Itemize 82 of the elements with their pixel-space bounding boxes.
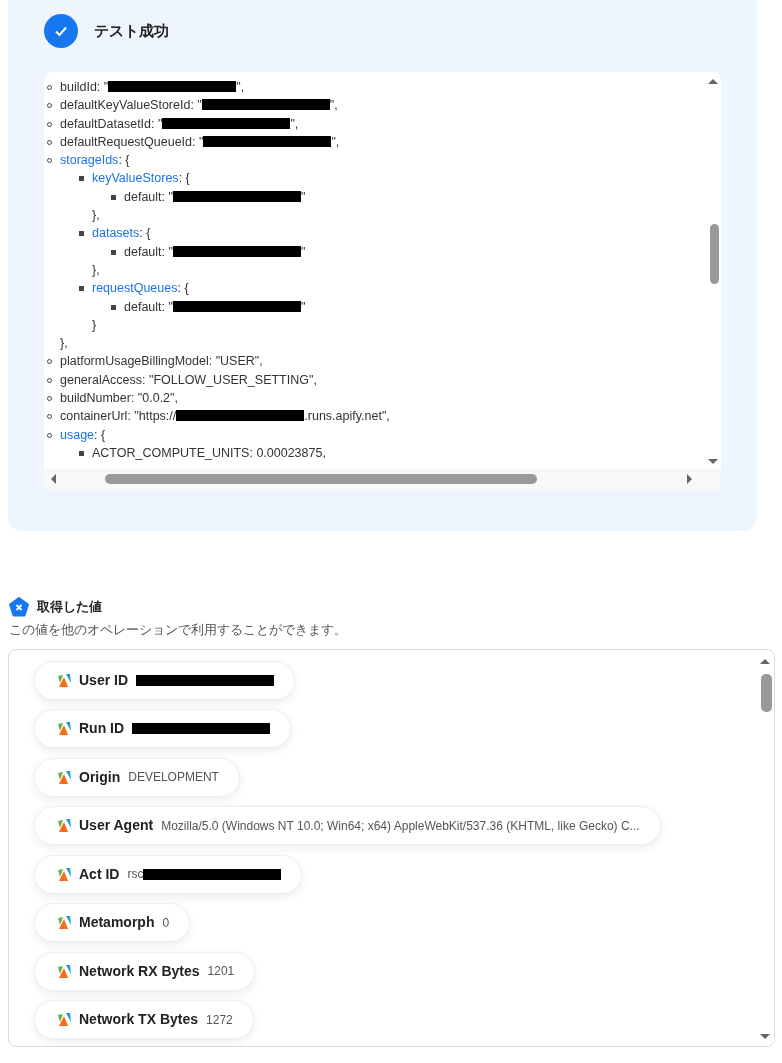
value-text: : " [192,134,204,149]
brace-text: } [92,316,97,334]
key-link[interactable]: keyValueStores [92,171,179,186]
key-text: defaultDatasetId [60,116,152,131]
value-text: " [300,189,306,204]
value-text: : " [151,116,163,131]
result-title: テスト成功 [94,20,169,41]
brace-text: }, [92,207,100,225]
value-text: : { [94,427,106,442]
key-text: buildId [60,80,97,94]
value-text: : { [118,153,130,168]
value-label: Network TX Bytes [79,1010,199,1030]
value-text: ", [236,80,245,94]
value-text: DEVELOPMENT [128,769,219,787]
tri-color-icon [57,866,71,882]
value-chip[interactable]: User Agent Mozilla/5.0 (Windows NT 10.0; Win64; x64) AppleWebKit/537.36 (KHTML, like Gecko) C... [34,806,661,846]
brace-text: }, [60,335,68,353]
pentagon-icon [9,597,29,617]
section-title: 取得した値 [37,598,102,617]
tri-color-icon [57,963,71,979]
bullet-icon [111,249,116,255]
value-label: User ID [79,670,129,690]
key-text: default [124,299,162,314]
value-label: Origin [79,767,121,787]
tri-color-icon [57,769,71,785]
value-chip[interactable]: User ID [34,660,296,700]
bullet-icon [79,286,84,292]
bullet-icon [111,194,116,200]
value-text: ", [331,134,340,149]
value-chip[interactable]: Origin DEVELOPMENT [34,757,240,797]
tri-color-icon [57,818,71,834]
value-chip[interactable]: Network TX Bytes 1272 [34,1000,254,1040]
value-label: User Agent [79,816,154,836]
tri-color-icon [57,721,71,737]
value-text: Mozilla/5.0 (Windows NT 10.0; Win64; x64) AppleWebKit/537.36 (KHTML, like Gecko) C... [161,817,640,835]
value-text: ", [329,98,338,113]
value-text: : { [178,171,190,186]
value-text: ", [290,116,299,131]
value-label: Network RX Bytes [79,961,200,981]
value-text: : " [190,98,202,113]
key-text: defaultRequestQueueId [60,134,193,149]
bullet-icon [79,450,84,456]
value-text: : { [177,281,189,296]
value-chip[interactable]: Act ID rsc [34,854,303,894]
value-text: : "USER", [208,354,263,369]
value-text: .runs.apify.net", [304,409,390,424]
section-description: この値を他のオペレーションで利用することができます。 [9,622,348,639]
value-text: : "https:// [127,409,177,424]
bullet-icon [111,304,116,310]
value-text: : " [161,244,173,259]
value-text: : " [96,80,109,94]
tri-color-icon [57,1012,71,1028]
brace-text: }, [92,261,100,279]
value-label: Run ID [79,719,125,739]
value-text: : " [161,189,173,204]
value-text: 1272 [206,1011,233,1029]
value-text: : "0.0.2", [130,391,178,406]
check-icon [44,14,78,48]
key-text: generalAccess [60,372,142,387]
key-text: platformUsageBillingModel [60,354,209,369]
key-text: buildNumber [60,391,131,406]
value-chip[interactable]: Run ID [34,709,292,749]
value-text: : { [139,226,151,241]
value-chip[interactable]: Network RX Bytes 1201 [34,951,256,991]
value-text: rsc [127,866,144,884]
value-text: " [300,244,306,259]
key-text: default [124,189,162,204]
value-text: : 0.00023875, [249,445,326,460]
value-text: : "FOLLOW_USER_SETTING", [142,372,317,387]
value-text: 0 [162,914,170,932]
key-text: default [124,244,162,259]
bullet-icon [79,176,84,182]
tri-color-icon [57,915,71,931]
value-label: Act ID [79,864,120,884]
horizontal-scrollbar[interactable] [44,469,721,490]
value-text: : " [161,299,173,314]
value-label: Metamorph [79,913,155,933]
value-text: " [300,299,306,314]
value-text: 1201 [207,963,235,981]
bullet-icon [79,231,84,237]
tri-color-icon [57,672,71,688]
value-chip[interactable]: Metamorph 0 [34,903,191,943]
